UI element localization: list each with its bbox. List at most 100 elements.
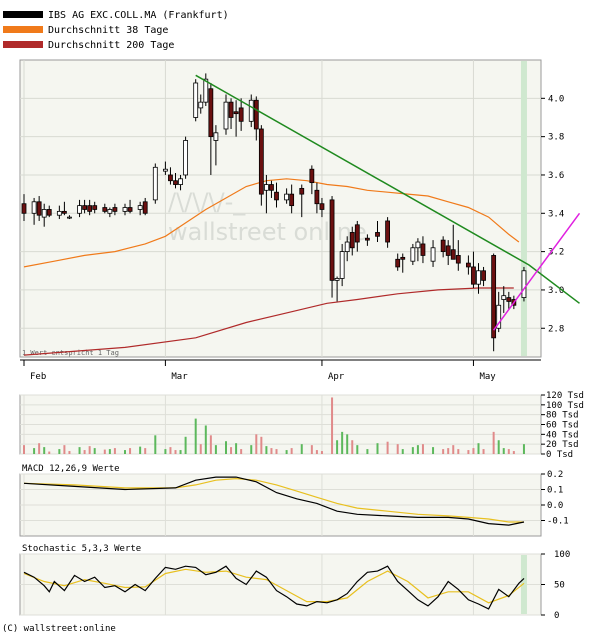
candle-body-down [102, 207, 108, 212]
volume-bar [270, 448, 273, 454]
candle-body-up [198, 101, 204, 109]
volume-y-tick-label: 120 Tsd [546, 391, 584, 401]
candle-body-down [36, 201, 42, 216]
volume-bar [169, 447, 172, 454]
candle-body-up [476, 270, 481, 285]
volume-y-tick-label: 0 Tsd [546, 450, 573, 460]
candle-body-up [41, 209, 47, 218]
candle-body-up [183, 140, 189, 176]
scale-note: 1 Wert entspricht 1 Tag [22, 349, 119, 357]
candle-body-up [56, 210, 62, 216]
volume-bar [214, 445, 217, 454]
macd-panel: MACD 12,26,9 Werte 0.2 0.1 0.0 -0.1 [19, 464, 569, 537]
candle-body-up [31, 201, 37, 214]
volume-bar [108, 449, 111, 454]
candle-body-up [152, 166, 158, 201]
candle-body-down [238, 107, 244, 122]
candle-body-down [481, 270, 486, 281]
price-y-axis: 2.83.03.23.43.63.84.0 [541, 94, 564, 334]
candle-body-up [430, 247, 436, 262]
month-tick-label: Mar [171, 372, 188, 382]
volume-bar [285, 450, 288, 454]
volume-bar [230, 447, 233, 454]
volume-bar [507, 449, 510, 454]
candle-body-down [168, 174, 173, 182]
candle-body-up [263, 184, 269, 191]
macd-y-axis: 0.2 0.1 0.0 -0.1 [541, 470, 569, 527]
candle-body-down [228, 101, 234, 118]
candle-body-down [400, 256, 406, 260]
candle-body-down [440, 239, 446, 253]
volume-bar [275, 449, 278, 454]
volume-bar [477, 443, 480, 454]
candle-body-up [107, 209, 113, 214]
macd-y-tick-label: 0.0 [547, 501, 563, 511]
volume-bar [48, 451, 51, 454]
volume-panel: 0 Tsd20 Tsd40 Tsd60 Tsd80 Tsd100 Tsd120 … [19, 391, 584, 460]
candle-body-down [299, 187, 305, 195]
candle-body-down [87, 205, 93, 212]
volume-bar [351, 440, 354, 454]
price-y-tick-label: 3.4 [548, 209, 564, 219]
volume-bar [265, 446, 268, 454]
volume-bar [366, 449, 369, 454]
volume-bar [492, 431, 495, 454]
macd-title: MACD 12,26,9 Werte [22, 464, 120, 474]
volume-y-tick-label: 100 Tsd [546, 401, 584, 411]
volume-bar [336, 440, 339, 454]
candle-body-up [213, 132, 219, 141]
price-panel: /\/\/\/-_ wallstreet online 1 Wert entsp… [19, 59, 581, 358]
candle-body-up [344, 241, 350, 253]
volume-y-tick-label: 60 Tsd [546, 421, 579, 431]
volume-bar [421, 444, 424, 454]
volume-bar [447, 448, 450, 454]
legend-swatch-price [3, 11, 43, 18]
volume-bar [225, 441, 227, 454]
volume-bar [184, 436, 187, 454]
month-tick-label: Apr [328, 372, 345, 382]
volume-bar [63, 445, 66, 454]
candle-body-down [445, 245, 451, 256]
watermark-logo: /\/\/\/-_ [168, 188, 246, 216]
volume-bar [467, 450, 470, 454]
candle-body-down [354, 224, 360, 243]
candle-body-down [233, 111, 239, 115]
volume-bar [502, 448, 505, 454]
volume-bar [78, 447, 81, 454]
volume-bar [457, 449, 460, 454]
legend-label-price: IBS AG EXC.COLL.MA (Frankfurt) [48, 10, 229, 21]
volume-y-tick-label: 20 Tsd [546, 440, 579, 450]
volume-bar [320, 451, 323, 454]
candle-body-down [375, 232, 380, 237]
candle-body-down [173, 180, 178, 185]
candle-body-down [319, 203, 325, 210]
volume-bar [482, 449, 485, 454]
volume-bar [411, 447, 414, 454]
volume-bar [154, 435, 157, 454]
legend-label-ma200: Durchschnitt 200 Tage [48, 40, 174, 51]
volume-bar [497, 440, 500, 454]
price-y-tick-label: 2.8 [548, 324, 564, 334]
volume-bar [396, 444, 399, 454]
volume-bar [240, 449, 243, 454]
candle-body-down [471, 266, 476, 285]
candle-body-down [314, 189, 320, 205]
candle-body-up [521, 270, 527, 299]
volume-bar [194, 418, 197, 454]
stochastic-title: Stochastic 5,3,3 Werte [22, 544, 141, 554]
volume-bar [290, 448, 293, 454]
candle-body-up [284, 193, 290, 201]
candle-body-down [465, 262, 471, 268]
price-y-tick-label: 3.6 [548, 171, 564, 181]
stochastic-y-tick-label: 0 [554, 611, 559, 621]
volume-bar [124, 450, 126, 454]
volume-bar [164, 449, 167, 454]
volume-bar [416, 445, 419, 454]
stochastic-y-tick-label: 50 [554, 581, 565, 591]
candle-body-down [62, 210, 67, 214]
candle-body-down [395, 258, 401, 268]
candle-body-down [329, 199, 335, 281]
candle-body-up [77, 205, 82, 214]
volume-bar [58, 449, 61, 454]
candle-body-down [309, 168, 315, 184]
